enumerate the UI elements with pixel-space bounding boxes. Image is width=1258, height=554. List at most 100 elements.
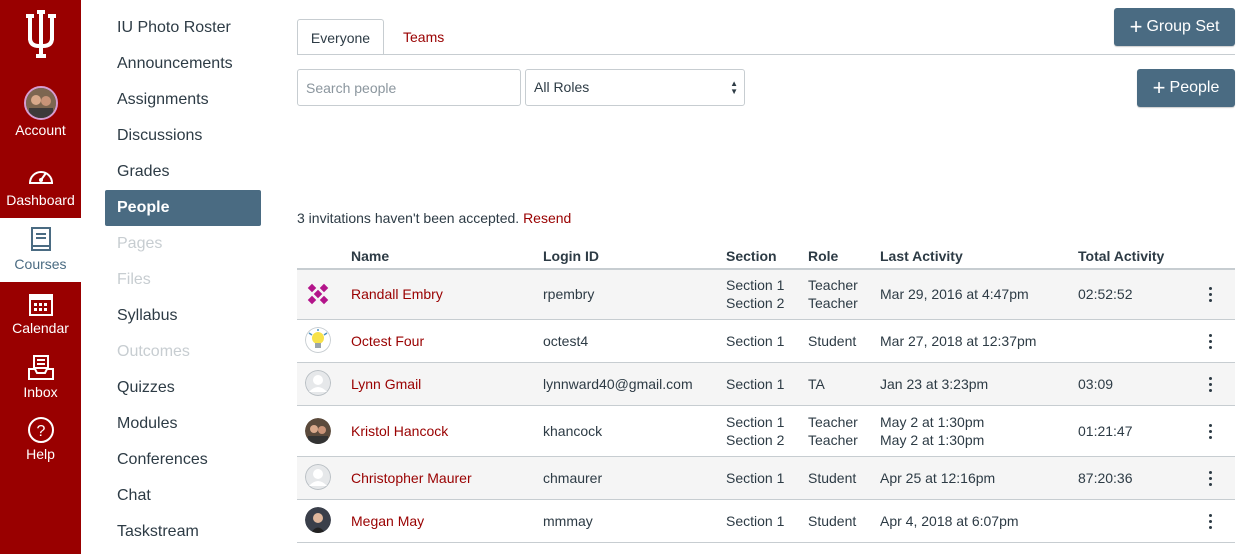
avatar — [305, 370, 331, 396]
nav-dashboard-label: Dashboard — [6, 192, 75, 208]
section-cell: Section 1 Section 2 — [726, 276, 784, 312]
resend-link[interactable]: Resend — [523, 210, 571, 226]
total-activity: 02:52:52 — [1078, 286, 1133, 302]
section-value: Section 1 — [726, 513, 785, 529]
col-section[interactable]: Section — [726, 248, 777, 264]
course-nav-people[interactable]: People — [105, 190, 261, 226]
add-people-button[interactable]: + People — [1137, 69, 1235, 107]
account-avatar — [23, 86, 58, 120]
course-nav-announcements[interactable]: Announcements — [105, 46, 261, 82]
role-value: Student — [808, 470, 857, 486]
nav-inbox-label: Inbox — [23, 384, 58, 400]
group-set-label: Group Set — [1146, 18, 1220, 35]
last-activity: Mar 29, 2016 at 4:47pm — [880, 286, 1029, 302]
section-value: Section 2 — [726, 432, 785, 448]
row-options-icon[interactable] — [1209, 334, 1213, 352]
invitations-notice: 3 invitations haven't been accepted. Res… — [297, 210, 571, 226]
plus-icon: + — [1152, 75, 1166, 100]
plus-icon: + — [1129, 14, 1143, 39]
table-row: Randall Embry rpembry Section 1 Section … — [297, 270, 1235, 320]
col-total-activity[interactable]: Total Activity — [1078, 248, 1164, 264]
avatar — [305, 281, 331, 307]
person-name-link[interactable]: Lynn Gmail — [351, 376, 421, 392]
table-row: Kristol Hancock khancock Section 1 Secti… — [297, 406, 1235, 457]
avatar — [305, 464, 331, 490]
last-activity: May 2 at 1:30pm — [880, 432, 985, 448]
person-name-link[interactable]: Kristol Hancock — [351, 423, 448, 439]
nav-courses[interactable]: Courses — [0, 218, 81, 282]
help-icon: ? — [27, 417, 54, 443]
course-nav-quizzes[interactable]: Quizzes — [105, 370, 261, 406]
role-value: Student — [808, 513, 857, 529]
role-value: Teacher — [808, 295, 858, 311]
login-id: khancock — [543, 423, 603, 439]
total-activity: 03:09 — [1078, 376, 1114, 392]
row-options-icon[interactable] — [1209, 471, 1213, 489]
row-options-icon[interactable] — [1209, 514, 1213, 532]
tab-divider — [297, 54, 1235, 55]
iu-logo[interactable] — [0, 0, 81, 72]
people-button-label: People — [1169, 79, 1220, 96]
login-id: chmaurer — [543, 470, 603, 486]
nav-account-label: Account — [15, 122, 66, 138]
course-nav-outcomes[interactable]: Outcomes — [105, 334, 261, 370]
login-id: lynnward40@gmail.com — [543, 376, 693, 392]
person-name-link[interactable]: Randall Embry — [351, 286, 443, 302]
course-nav-modules[interactable]: Modules — [105, 406, 261, 442]
tab-teams[interactable]: Teams — [389, 19, 458, 55]
person-name-link[interactable]: Christopher Maurer — [351, 470, 472, 486]
section-value: Section 1 — [726, 470, 785, 486]
global-nav: Account Dashboard Courses Calendar Inbox… — [0, 0, 81, 554]
section-value: Section 2 — [726, 295, 785, 311]
svg-text:?: ? — [36, 423, 45, 440]
person-name-link[interactable]: Megan May — [351, 513, 424, 529]
nav-courses-label: Courses — [14, 256, 67, 272]
role-value: Teacher — [808, 432, 858, 448]
row-options-icon[interactable] — [1209, 424, 1213, 442]
row-options-icon[interactable] — [1209, 377, 1213, 395]
role-value: Student — [808, 333, 857, 349]
course-nav-chat[interactable]: Chat — [105, 478, 261, 514]
course-nav-grades[interactable]: Grades — [105, 154, 261, 190]
role-cell: Teacher Teacher — [808, 276, 858, 312]
course-nav-conferences[interactable]: Conferences — [105, 442, 261, 478]
course-nav-discussions[interactable]: Discussions — [105, 118, 261, 154]
nav-help-label: Help — [26, 446, 55, 462]
course-nav: IU Photo Roster Announcements Assignment… — [105, 10, 261, 550]
inbox-icon — [27, 355, 54, 380]
col-role[interactable]: Role — [808, 248, 838, 264]
role-value: TA — [808, 376, 825, 392]
course-nav-assignments[interactable]: Assignments — [105, 82, 261, 118]
nav-calendar[interactable]: Calendar — [0, 290, 81, 350]
course-nav-files[interactable]: Files — [105, 262, 261, 298]
table-row: Lynn Gmail lynnward40@gmail.com Section … — [297, 363, 1235, 406]
last-activity: Apr 4, 2018 at 6:07pm — [880, 513, 1019, 529]
role-cell: Teacher Teacher — [808, 413, 858, 449]
course-nav-syllabus[interactable]: Syllabus — [105, 298, 261, 334]
row-options-icon[interactable] — [1209, 287, 1213, 305]
tab-everyone[interactable]: Everyone — [297, 19, 384, 55]
nav-help[interactable]: ? Help — [0, 416, 81, 476]
roster-table-header: Name Login ID Section Role Last Activity… — [297, 246, 1235, 270]
course-nav-iu-photo-roster[interactable]: IU Photo Roster — [105, 10, 261, 46]
search-people-input[interactable] — [297, 69, 521, 106]
table-row: Megan May mmmay Section 1 Student Apr 4,… — [297, 500, 1235, 543]
role-filter-select[interactable]: All Roles ▲ ▼ — [525, 69, 745, 106]
nav-dashboard[interactable]: Dashboard — [0, 162, 81, 222]
avatar — [305, 327, 331, 353]
last-activity: May 2 at 1:30pm — [880, 414, 985, 430]
col-name[interactable]: Name — [351, 248, 389, 264]
section-value: Section 1 — [726, 414, 785, 430]
select-arrows-icon: ▲ ▼ — [730, 79, 738, 96]
total-activity: 01:21:47 — [1078, 423, 1133, 439]
col-login[interactable]: Login ID — [543, 248, 599, 264]
nav-account[interactable]: Account — [0, 86, 81, 146]
col-last-activity[interactable]: Last Activity — [880, 248, 963, 264]
nav-inbox[interactable]: Inbox — [0, 354, 81, 414]
add-group-set-button[interactable]: + Group Set — [1114, 8, 1235, 46]
course-nav-taskstream[interactable]: Taskstream — [105, 514, 261, 550]
course-nav-pages[interactable]: Pages — [105, 226, 261, 262]
section-cell: Section 1 Section 2 — [726, 413, 784, 449]
invitations-text: 3 invitations haven't been accepted. — [297, 210, 520, 226]
person-name-link[interactable]: Octest Four — [351, 333, 424, 349]
